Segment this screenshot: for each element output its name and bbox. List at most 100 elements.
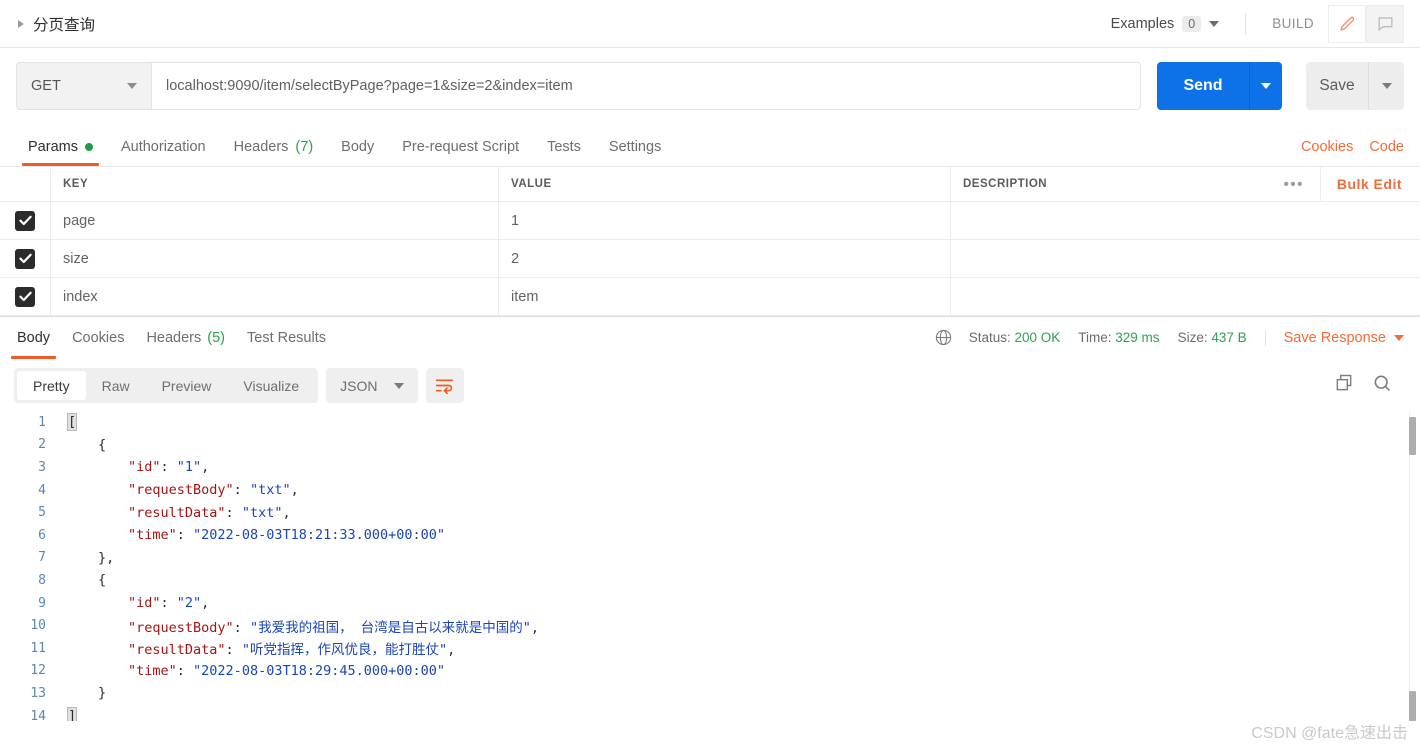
code-link[interactable]: Code <box>1369 139 1404 155</box>
http-method-value: GET <box>31 78 61 94</box>
save-response-button[interactable]: Save Response <box>1264 329 1404 346</box>
code-line-content: "requestBody": "txt", <box>58 482 299 498</box>
view-visualize[interactable]: Visualize <box>227 371 315 400</box>
row-checkbox-cell <box>0 202 50 239</box>
param-key-cell[interactable]: size <box>50 240 498 277</box>
chevron-down-icon <box>1381 83 1392 89</box>
row-checkbox[interactable] <box>15 248 35 269</box>
build-button[interactable]: BUILD <box>1258 16 1328 31</box>
scrollbar-thumb[interactable] <box>1409 417 1416 455</box>
code-line-content: "time": "2022-08-03T18:29:45.000+00:00" <box>58 663 445 679</box>
scrollbar-thumb-bottom[interactable] <box>1409 691 1416 721</box>
code-token: [ <box>66 413 78 432</box>
code-token: "resultData" <box>128 504 226 521</box>
param-key-cell[interactable]: index <box>50 278 498 315</box>
examples-dropdown[interactable]: Examples 0 <box>1111 15 1234 32</box>
code-line: 6 "time": "2022-08-03T18:21:33.000+00:00" <box>0 524 1420 547</box>
code-token: : <box>160 459 177 476</box>
request-tab-label: Params <box>28 139 78 155</box>
response-tab-body[interactable]: Body <box>6 317 61 359</box>
line-number: 7 <box>38 550 46 566</box>
code-token: "id" <box>128 459 161 476</box>
request-tab-pre-request-script[interactable]: Pre-request Script <box>388 139 533 166</box>
search-icon[interactable] <box>1372 373 1392 398</box>
code-token: : <box>160 595 177 612</box>
code-line: 13} <box>0 682 1420 705</box>
chevron-down-icon[interactable] <box>1209 20 1220 27</box>
response-tab-label: Body <box>17 329 51 346</box>
response-tab-test-results[interactable]: Test Results <box>236 317 337 359</box>
response-meta: Status: 200 OK Time: 329 ms Size: 437 B … <box>934 328 1404 347</box>
param-value-cell[interactable]: 1 <box>498 202 950 239</box>
word-wrap-icon[interactable] <box>425 368 464 403</box>
view-pretty[interactable]: Pretty <box>17 371 86 400</box>
size-meta: Size: 437 B <box>1178 330 1247 345</box>
param-value-cell[interactable]: item <box>498 278 950 315</box>
response-body-tools <box>1334 373 1404 398</box>
row-checkbox[interactable] <box>15 210 35 231</box>
response-scrollbar[interactable] <box>1409 411 1417 721</box>
code-line-content: "time": "2022-08-03T18:21:33.000+00:00" <box>58 527 445 543</box>
response-body-code[interactable]: 1[2{3 "id": "1", 4 "requestBody": "txt", 5 "r… <box>0 411 1420 721</box>
pencil-icon[interactable] <box>1328 4 1366 43</box>
send-options-button[interactable] <box>1249 62 1282 110</box>
comment-icon[interactable] <box>1366 4 1404 43</box>
request-tab-label: Authorization <box>120 139 206 155</box>
line-number: 5 <box>38 505 46 521</box>
param-key-cell[interactable]: page <box>50 202 498 239</box>
code-line-content: }, <box>58 550 114 566</box>
save-button[interactable]: Save <box>1306 62 1368 110</box>
save-options-button[interactable] <box>1368 62 1404 110</box>
code-line-content: } <box>58 685 106 701</box>
request-title: 分页查询 <box>33 16 96 34</box>
table-row: size 2 <box>0 240 1420 278</box>
request-tab-label: Pre-request Script <box>402 139 520 155</box>
code-token: , <box>290 482 299 499</box>
code-line-content: "id": "1", <box>58 459 209 475</box>
params-table: KEY VALUE DESCRIPTION ••• Bulk Edit page… <box>0 166 1420 316</box>
request-tab-params[interactable]: Params <box>14 139 107 166</box>
examples-count-badge: 0 <box>1182 15 1202 32</box>
code-token: , <box>201 459 210 476</box>
cookies-link[interactable]: Cookies <box>1301 139 1353 155</box>
more-options-icon[interactable]: ••• <box>1268 176 1320 193</box>
size-value: 437 B <box>1211 330 1247 345</box>
chevron-down-icon[interactable] <box>127 83 137 89</box>
code-line: 11 "resultData": "听党指挥，作风优良，能打胜仗", <box>0 637 1420 660</box>
request-tab-tests[interactable]: Tests <box>533 139 595 166</box>
code-line: 10 "requestBody": "我爱我的祖国， 台湾是自古以来就是中国的", <box>0 614 1420 637</box>
response-tab-label: Headers <box>146 329 202 346</box>
http-method-select[interactable]: GET <box>16 62 152 110</box>
code-token: "time" <box>128 662 177 679</box>
param-description-cell[interactable] <box>950 202 1420 239</box>
response-tab-headers[interactable]: Headers (5) <box>135 317 236 359</box>
copy-icon[interactable] <box>1334 373 1354 398</box>
code-token: : <box>233 482 250 499</box>
bulk-edit-link[interactable]: Bulk Edit <box>1319 167 1420 201</box>
param-description-cell[interactable] <box>950 240 1420 277</box>
request-tab-headers[interactable]: Headers (7) <box>220 139 328 166</box>
request-tab-body[interactable]: Body <box>327 139 388 166</box>
code-token: "txt" <box>249 482 291 499</box>
line-number: 10 <box>30 618 46 634</box>
expand-triangle-icon[interactable] <box>18 19 24 28</box>
request-tab-settings[interactable]: Settings <box>595 139 675 166</box>
view-preview[interactable]: Preview <box>146 371 228 400</box>
code-line: 2{ <box>0 434 1420 457</box>
param-description-cell[interactable] <box>950 278 1420 315</box>
url-input[interactable]: localhost:9090/item/selectByPage?page=1&… <box>152 62 1141 110</box>
breadcrumb[interactable]: 分页查询 <box>18 13 95 35</box>
request-tab-authorization[interactable]: Authorization <box>107 139 220 166</box>
code-token: } <box>98 685 107 702</box>
watermark: CSDN @fate急速出击 <box>1251 725 1408 742</box>
chevron-down-icon <box>1394 334 1404 341</box>
response-format-select[interactable]: JSON <box>326 368 418 403</box>
send-button[interactable]: Send <box>1157 62 1249 110</box>
view-raw[interactable]: Raw <box>86 371 146 400</box>
response-tab-label: Test Results <box>247 329 326 346</box>
param-value-cell[interactable]: 2 <box>498 240 950 277</box>
response-tab-cookies[interactable]: Cookies <box>61 317 135 359</box>
code-line-content: [ <box>58 413 78 432</box>
code-token: : <box>176 527 194 544</box>
row-checkbox[interactable] <box>15 286 35 307</box>
